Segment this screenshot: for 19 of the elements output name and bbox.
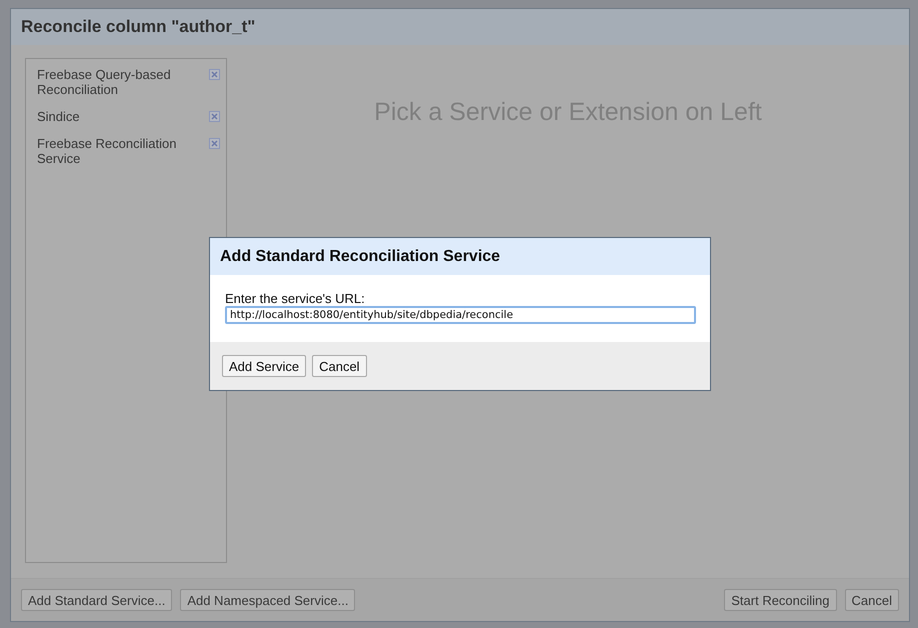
close-icon: [211, 113, 218, 120]
footer-button[interactable]: Cancel: [844, 589, 899, 611]
url-input[interactable]: http://localhost:8080/entityhub/site/dbpedia/reconcile: [225, 306, 696, 324]
close-icon: [211, 71, 218, 78]
footer-button[interactable]: Start Reconciling: [724, 589, 837, 611]
service-item[interactable]: Freebase Reconciliation Service: [37, 136, 187, 166]
remove-button[interactable]: [209, 111, 220, 122]
remove-button[interactable]: [209, 69, 220, 80]
modal-button[interactable]: Add Service: [222, 355, 306, 377]
dialog-title: Reconcile column "author_t": [11, 9, 909, 45]
modal-title: Add Standard Reconciliation Service: [210, 238, 710, 275]
url-label: Enter the service's URL:: [225, 292, 366, 306]
service-item[interactable]: Sindice: [37, 109, 187, 124]
remove-button[interactable]: [209, 138, 220, 149]
footer-button[interactable]: Add Namespaced Service...: [180, 589, 356, 611]
modal-button[interactable]: Cancel: [312, 355, 367, 377]
service-item[interactable]: Freebase Query-based Reconciliation: [37, 67, 187, 97]
close-icon: [211, 140, 218, 147]
footer-button[interactable]: Add Standard Service...: [21, 589, 172, 611]
